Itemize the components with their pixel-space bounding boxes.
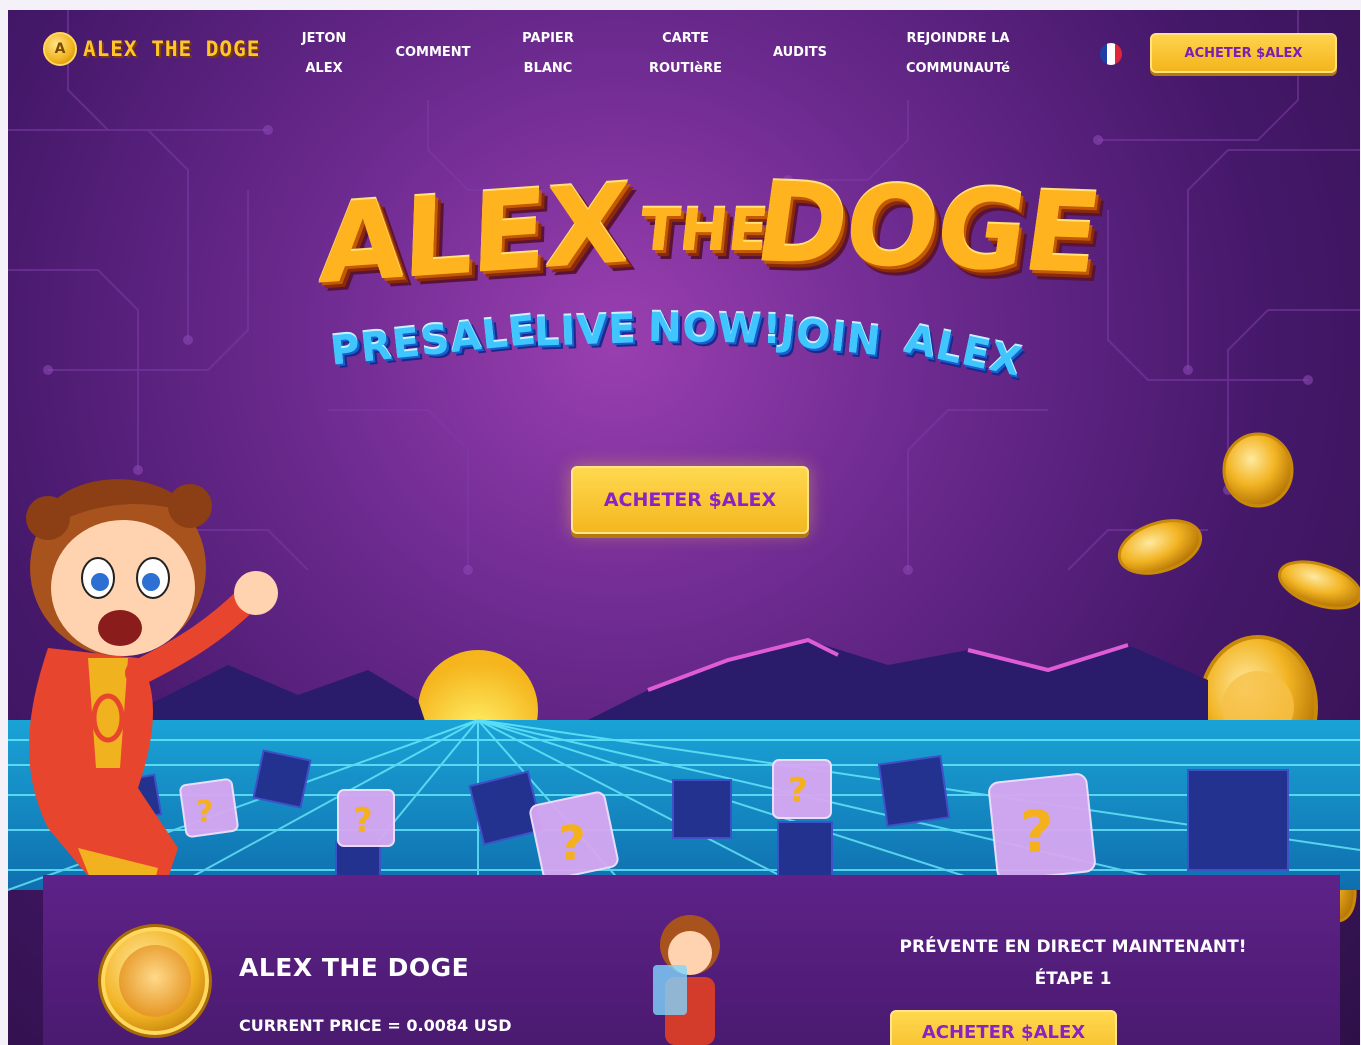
- alex-character-illustration: [26, 479, 278, 908]
- svg-text:?: ?: [353, 801, 373, 841]
- token-info-panel: ALEX THE DOGE CURRENT PRICE = 0.0084 USD…: [43, 875, 1340, 1045]
- current-price: CURRENT PRICE = 0.0084 USD: [239, 1016, 512, 1035]
- coin-icon: [101, 927, 209, 1035]
- nav-item-comment[interactable]: COMMENT: [388, 38, 478, 68]
- hero-title-doge: DOGE: [747, 158, 1107, 298]
- svg-text:?: ?: [558, 816, 586, 872]
- nav-item-audits[interactable]: AUDITS: [766, 38, 834, 68]
- character-holding-box-icon: [653, 915, 720, 1045]
- subtitle-word: PRESALE: [328, 307, 539, 375]
- subtitle-word: LIVE: [533, 306, 638, 356]
- presale-line: PRÉVENTE EN DIRECT MAINTENANT!: [899, 937, 1247, 957]
- hero-title: ALEX THE DOGE: [8, 158, 1360, 308]
- subtitle-word: ALEX: [900, 316, 1027, 386]
- subtitle-word: NOW!: [647, 304, 783, 354]
- nav-item-papier-blanc[interactable]: PAPIER BLANC: [513, 24, 583, 84]
- svg-text:?: ?: [788, 771, 808, 811]
- nav-buy-button[interactable]: ACHETER $ALEX: [1150, 33, 1337, 73]
- svg-text:?: ?: [1020, 798, 1054, 866]
- subtitle-word: JOIN: [777, 308, 884, 366]
- hero-subtitle: PRESALE LIVE NOW! JOIN ALEX: [326, 304, 1066, 388]
- presale-stage: ÉTAPE 1: [1034, 969, 1112, 989]
- presale-status: PRÉVENTE EN DIRECT MAINTENANT! ÉTAPE 1: [863, 931, 1283, 995]
- landing-page: A ALEX THE DOGE JETON ALEX COMMENT PAPIE…: [8, 10, 1360, 1045]
- top-nav: A ALEX THE DOGE JETON ALEX COMMENT PAPIE…: [8, 10, 1360, 98]
- coin-icon: [1222, 432, 1294, 508]
- coin-icon: [1278, 560, 1360, 610]
- site-logo[interactable]: A ALEX THE DOGE: [43, 32, 260, 66]
- coin-icon: A: [43, 32, 77, 66]
- hero-title-alex: ALEX: [317, 159, 631, 309]
- flag-fr-icon[interactable]: [1100, 43, 1122, 65]
- token-name: ALEX THE DOGE: [239, 953, 470, 982]
- nav-item-carte-routiere[interactable]: CARTE ROUTIèRE: [643, 24, 728, 84]
- nav-item-jeton[interactable]: JETON ALEX: [294, 24, 354, 84]
- hero-buy-button[interactable]: ACHETER $ALEX: [571, 466, 809, 534]
- hero-title-the: THE: [636, 196, 772, 264]
- logo-text: ALEX THE DOGE: [83, 37, 261, 61]
- panel-buy-button[interactable]: ACHETER $ALEX: [890, 1010, 1117, 1045]
- coin-icon: [1117, 519, 1203, 575]
- nav-item-communaute[interactable]: REJOINDRE LA COMMUNAUTé: [888, 24, 1028, 84]
